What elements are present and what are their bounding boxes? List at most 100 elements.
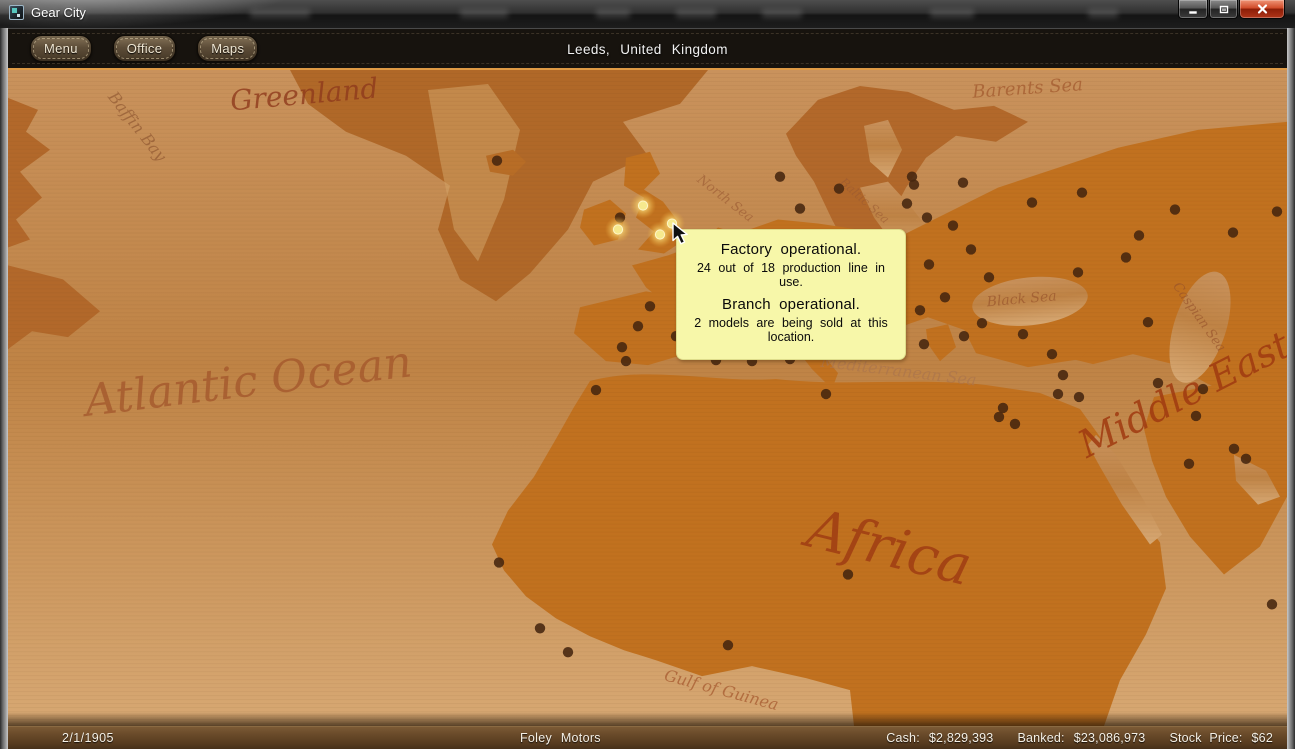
city-dot[interactable] [998,403,1008,413]
banked-label: Banked: [1017,731,1064,745]
city-dot[interactable] [563,647,573,657]
window-controls [1178,0,1285,19]
city-dot[interactable] [1018,329,1028,339]
city-dot[interactable] [535,623,545,633]
city-dot[interactable] [843,569,853,579]
game-toolbar: Menu Office Maps Leeds, United Kingdom [8,28,1287,68]
world-map[interactable]: Baffin BayGreenlandBarents SeaNorth SeaB… [8,68,1287,726]
city-dot[interactable] [940,292,950,302]
city-dot[interactable] [909,179,919,189]
city-dot[interactable] [617,342,627,352]
company-name: Foley Motors [520,731,601,745]
banked-value: $23,086,973 [1074,731,1146,745]
office-button[interactable]: Office [113,35,177,62]
city-dot[interactable] [966,244,976,254]
background-window-hint [460,9,508,18]
city-dot[interactable] [821,389,831,399]
city-dot[interactable] [902,198,912,208]
cash-value: $2,829,393 [929,731,994,745]
window-frame-left [0,28,8,749]
city-dot[interactable] [994,412,1004,422]
cash-readout: Cash: $2,829,393 [886,731,993,745]
city-dot[interactable] [1143,317,1153,327]
city-dot[interactable] [1074,392,1084,402]
close-icon [1256,3,1269,15]
statusbar: 2/1/1905 Foley Motors Cash: $2,829,393 B… [8,726,1287,749]
minimize-button[interactable] [1178,0,1208,19]
city-dot[interactable] [1058,370,1068,380]
city-dot[interactable] [1228,227,1238,237]
window-title: Gear City [31,5,86,20]
background-window-hint [930,9,974,18]
tooltip-factory-detail: 24 out of 18 production line in use. [685,261,897,290]
city-dot[interactable] [948,220,958,230]
city-dot[interactable] [834,183,844,193]
background-window-hint [676,9,716,18]
stock-price-value: $62 [1252,731,1273,745]
city-dot[interactable] [621,356,631,366]
city-dot[interactable] [645,301,655,311]
city-dot[interactable] [795,203,805,213]
menu-button[interactable]: Menu [30,35,92,62]
player-city-dot[interactable] [613,225,622,234]
game-date: 2/1/1905 [62,731,114,745]
background-window-hint [250,9,310,18]
city-tooltip: Factory operational. 24 out of 18 produc… [676,229,906,360]
world-map-canvas[interactable]: Baffin BayGreenlandBarents SeaNorth SeaB… [8,70,1287,726]
titlebar: Gear City [0,0,1295,28]
city-dot[interactable] [959,331,969,341]
city-dot[interactable] [958,177,968,187]
city-dot[interactable] [492,156,502,166]
background-window-hint [596,9,630,18]
city-dot[interactable] [591,385,601,395]
stock-price-label: Stock Price: [1169,731,1242,745]
tooltip-branch-detail: 2 models are being sold at this location… [685,316,897,345]
restore-icon [1218,3,1230,15]
city-dot[interactable] [1121,252,1131,262]
tooltip-factory-title: Factory operational. [685,241,897,258]
city-dot[interactable] [1267,599,1277,609]
city-dot[interactable] [723,640,733,650]
city-dot[interactable] [775,171,785,181]
city-dot[interactable] [1272,206,1282,216]
city-dot[interactable] [1184,459,1194,469]
background-window-hint [1088,9,1118,18]
gearcity-window: Gear City Menu [0,0,1295,749]
city-dot[interactable] [494,557,504,567]
city-dot[interactable] [1134,230,1144,240]
city-dot[interactable] [922,212,932,222]
window-frame-right [1287,28,1295,749]
city-dot[interactable] [1077,187,1087,197]
city-dot[interactable] [1047,349,1057,359]
city-dot[interactable] [1170,204,1180,214]
city-dot[interactable] [1191,411,1201,421]
map-bottom-shade [8,712,1287,726]
minimize-icon [1187,3,1199,15]
city-dot[interactable] [1027,197,1037,207]
city-dot[interactable] [984,272,994,282]
city-dot[interactable] [1229,444,1239,454]
tooltip-branch-title: Branch operational. [685,296,897,313]
city-dot[interactable] [1198,384,1208,394]
city-dot[interactable] [1053,389,1063,399]
player-city-dot[interactable] [638,201,647,210]
mouse-cursor-icon [672,222,694,246]
city-dot[interactable] [919,339,929,349]
city-dot[interactable] [924,259,934,269]
city-dot[interactable] [915,305,925,315]
city-dot[interactable] [1010,419,1020,429]
city-dot[interactable] [1241,454,1251,464]
maximize-restore-button[interactable] [1209,0,1238,19]
banked-readout: Banked: $23,086,973 [1017,731,1145,745]
stock-price-readout: Stock Price: $62 [1169,731,1273,745]
finance-summary: Cash: $2,829,393 Banked: $23,086,973 Sto… [886,731,1273,745]
background-window-hint [762,9,802,18]
city-dot[interactable] [977,318,987,328]
city-dot[interactable] [1153,378,1163,388]
maps-button[interactable]: Maps [197,35,258,62]
close-button[interactable] [1239,0,1285,19]
cash-label: Cash: [886,731,920,745]
city-dot[interactable] [1073,267,1083,277]
city-dot[interactable] [633,321,643,331]
app-icon [9,5,24,20]
